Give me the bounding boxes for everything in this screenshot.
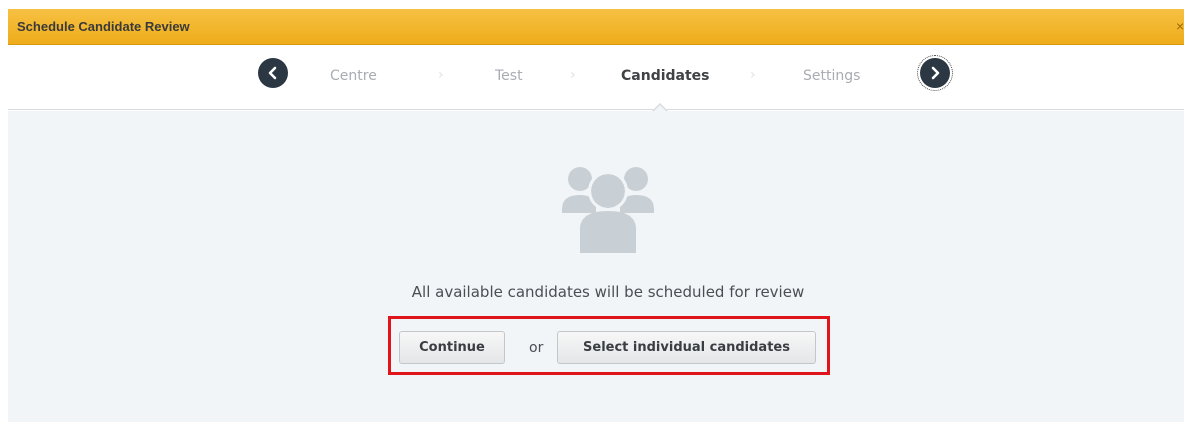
next-step-button[interactable] — [917, 55, 953, 91]
close-icon[interactable]: × — [1176, 18, 1184, 34]
wizard-steps-bar: Centre › Test › Candidates › Settings — [8, 46, 1184, 110]
step-settings[interactable]: Settings — [803, 68, 860, 84]
step-centre[interactable]: Centre — [330, 68, 377, 84]
highlighted-actions: Continue or Select individual candidates — [388, 316, 830, 375]
step-separator: › — [570, 67, 576, 83]
previous-step-button[interactable] — [258, 58, 288, 88]
or-label: or — [529, 340, 544, 356]
chevron-left-icon — [268, 66, 277, 80]
step-candidates[interactable]: Candidates — [621, 68, 710, 84]
step-test[interactable]: Test — [495, 68, 523, 84]
dialog-title-bar: Schedule Candidate Review × — [8, 9, 1184, 45]
select-individual-candidates-button[interactable]: Select individual candidates — [557, 331, 816, 364]
dialog-title: Schedule Candidate Review — [17, 19, 190, 34]
step-separator: › — [750, 67, 756, 83]
chevron-right-icon — [931, 66, 940, 80]
continue-button[interactable]: Continue — [399, 331, 505, 364]
main-content: All available candidates will be schedul… — [8, 111, 1184, 422]
people-group-icon — [562, 167, 654, 253]
schedule-candidate-review-dialog: Schedule Candidate Review × Centre › Tes… — [0, 0, 1184, 422]
schedule-message: All available candidates will be schedul… — [411, 283, 805, 301]
step-separator: › — [438, 67, 444, 83]
